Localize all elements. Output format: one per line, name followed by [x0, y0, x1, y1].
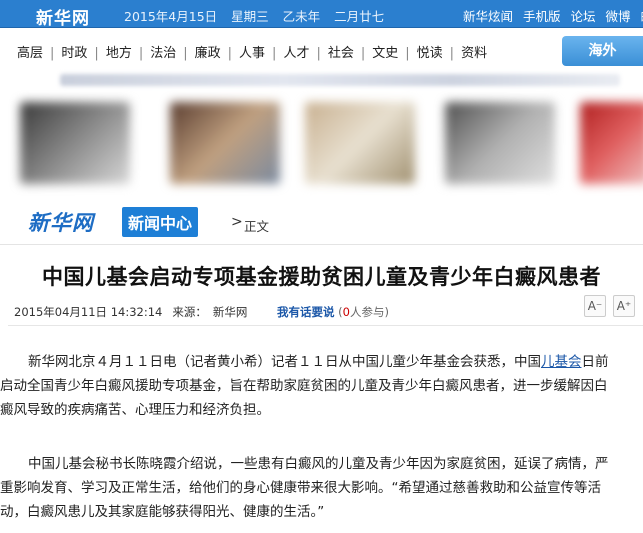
comment-count: (0人参与): [338, 305, 389, 319]
top-links: 新华炫闻 手机版 论坛 微博 邮: [463, 6, 643, 25]
comment-link[interactable]: 我有话要说: [277, 305, 335, 319]
thumbnail-image[interactable]: [170, 102, 280, 184]
paragraph-line: 动，白癜风患儿及其家庭能够获得阳光、健康的生活。”: [0, 504, 325, 520]
article-source: 新华网: [212, 305, 248, 319]
nav-item-difang[interactable]: 地方: [99, 42, 139, 61]
date-display: 2015年4月15日 星期三 乙未年 二月廿七: [124, 6, 394, 25]
date-text: 2015年4月15日: [124, 9, 218, 24]
top-link-mobile[interactable]: 手机版: [523, 9, 561, 24]
thumbnail-image[interactable]: [580, 102, 643, 184]
paragraph-line: 中国儿基会秘书长陈晓霞介绍说，一些患有白癜风的儿童及青少年因为家庭贫困，延误了病…: [28, 456, 609, 472]
font-smaller-button[interactable]: A⁻: [584, 295, 606, 317]
top-link-forum[interactable]: 论坛: [571, 9, 596, 24]
paragraph-text: 新华网北京４月１１日电（记者黄小希）记者１１日从中国儿童少年基金会获悉，中国: [28, 354, 541, 370]
lunar-year-text: 乙未年: [282, 9, 321, 24]
cfc-link[interactable]: 儿基会: [541, 354, 582, 370]
article-meta: 2015年04月11日 14:32:14 来源： 新华网: [14, 304, 257, 320]
top-bar: 新华网 2015年4月15日 星期三 乙未年 二月廿七 新华炫闻 手机版 论坛 …: [0, 0, 643, 29]
divider: [0, 244, 643, 245]
site-logo[interactable]: 新华网: [36, 4, 90, 29]
breadcrumb-current: 正文: [244, 219, 270, 234]
nav-items: 高层 | 时政 | 地方 | 法治 | 廉政 | 人事 | 人才 | 社会 | 文史 | 悦读 | 资料: [10, 42, 494, 61]
article-paragraph: 中国儿基会秘书长陈晓霞介绍说，一些患有白癜风的儿童及青少年因为家庭贫困，延误了病…: [0, 452, 634, 524]
channel-nav: 高层 | 时政 | 地方 | 法治 | 廉政 | 人事 | 人才 | 社会 | 文史 | 悦读 | 资料 海外: [0, 36, 643, 66]
thumbnail-image[interactable]: [445, 102, 555, 184]
blurred-ticker: [60, 74, 620, 86]
article-title: 中国儿基会启动专项基金援助贫困儿童及青少年白癜风患者: [42, 265, 601, 289]
paragraph-text: 日前: [581, 354, 609, 370]
chevron-right-icon: >: [231, 214, 243, 230]
comment-count-number[interactable]: 0: [343, 305, 350, 319]
paragraph-line: 癜风导致的疾病痛苦、心理压力和经济负担。: [0, 402, 270, 418]
comment-count-suffix: 人参与): [349, 305, 389, 319]
nav-item-ziliao[interactable]: 资料: [454, 42, 494, 61]
nav-item-shehui[interactable]: 社会: [321, 42, 361, 61]
nav-item-rencai[interactable]: 人才: [276, 42, 316, 61]
article-paragraph: 新华网北京４月１１日电（记者黄小希）记者１１日从中国儿童少年基金会获悉，中国儿基…: [0, 350, 634, 422]
article-datetime: 2015年04月11日 14:32:14: [14, 305, 163, 319]
nav-item-fazhi[interactable]: 法治: [143, 42, 183, 61]
nav-item-wenshi[interactable]: 文史: [365, 42, 405, 61]
nav-item-gaoceng[interactable]: 高层: [10, 42, 50, 61]
paragraph-line: 新华网北京４月１１日电（记者黄小希）记者１１日从中国儿童少年基金会获悉，中国儿基…: [28, 350, 634, 374]
divider: [8, 325, 643, 326]
source-label: 来源：: [172, 305, 207, 319]
nav-item-lianzheng[interactable]: 廉政: [188, 42, 228, 61]
thumbnail-image[interactable]: [305, 102, 415, 184]
font-larger-button[interactable]: A⁺: [613, 295, 635, 317]
nav-item-yuedu[interactable]: 悦读: [410, 42, 450, 61]
comment-entry: 我有话要说 (0人参与): [277, 304, 389, 320]
paragraph-line: 启动全国青少年白癜风援助专项基金，旨在帮助家庭贫困的儿童及青少年白癜风患者，进一…: [0, 378, 608, 394]
thumbnail-image[interactable]: [20, 102, 130, 184]
overseas-button[interactable]: 海外: [562, 36, 643, 66]
thumbnail-strip: [0, 92, 643, 202]
nav-item-renshi[interactable]: 人事: [232, 42, 272, 61]
breadcrumb-brand-logo[interactable]: 新华网: [28, 207, 94, 237]
lunar-day-text: 二月廿七: [334, 9, 385, 24]
nav-item-shizheng[interactable]: 时政: [54, 42, 94, 61]
paragraph-line: 重影响发育、学习及正常生活，给他们的身心健康带来很大影响。“希望通过慈善救助和公…: [0, 480, 601, 496]
breadcrumb: 新华网 新闻中心 > 正文: [0, 205, 643, 237]
top-link-xuanwen[interactable]: 新华炫闻: [463, 9, 513, 24]
top-link-weibo[interactable]: 微博: [606, 9, 631, 24]
breadcrumb-news-center[interactable]: 新闻中心: [122, 207, 199, 237]
weekday-text: 星期三: [231, 9, 269, 24]
